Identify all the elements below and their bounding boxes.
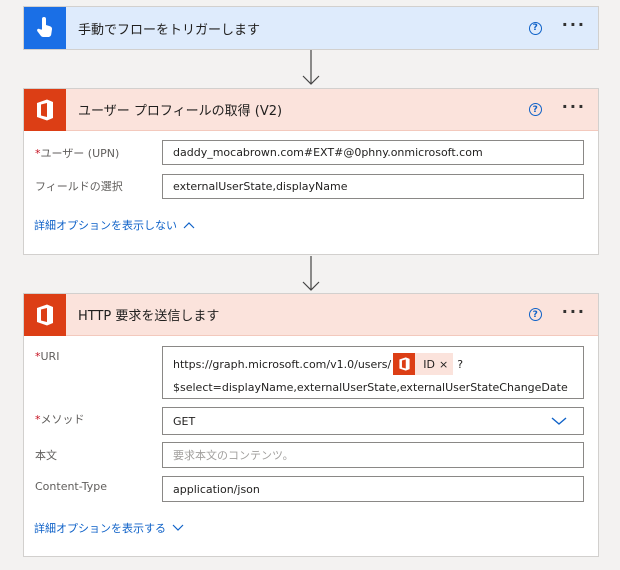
office-icon (393, 353, 416, 375)
more-options-icon[interactable]: ··· (562, 98, 586, 118)
chevron-down-icon (551, 417, 567, 425)
method-dropdown[interactable]: GET (162, 407, 584, 435)
hand-tap-icon (24, 7, 66, 49)
help-icon[interactable]: ? (528, 308, 542, 321)
http-request-card: HTTP 要求を送信します ? ··· *URI https://graph.m… (23, 293, 599, 557)
select-fields-field[interactable]: externalUserState,displayName (162, 174, 584, 199)
content-type-label: Content-Type (35, 480, 107, 493)
body-field[interactable]: 要求本文のコンテンツ。 (162, 442, 584, 468)
user-profile-card-header[interactable]: ユーザー プロフィールの取得 (V2) ? ··· (24, 88, 598, 131)
connector-arrow-icon (302, 50, 320, 85)
office-icon (24, 293, 66, 336)
upn-field[interactable]: daddy_mocabrown.com#EXT#@0phny.onmicroso… (162, 140, 584, 165)
uri-query: $select=displayName,externalUserState,ex… (173, 381, 568, 394)
upn-label: *ユーザー (UPN) (35, 147, 120, 160)
uri-suffix: ? (457, 357, 464, 371)
id-token[interactable]: ID × (393, 353, 454, 375)
card-title: 手動でフローをトリガーします (78, 22, 261, 38)
card-title: HTTP 要求を送信します (78, 309, 220, 324)
uri-prefix: https://graph.microsoft.com/v1.0/users/ (173, 357, 392, 371)
method-label: *メソッド (35, 413, 85, 426)
office-icon (24, 88, 66, 131)
trigger-card-header[interactable]: 手動でフローをトリガーします ? ··· (24, 7, 598, 49)
help-icon[interactable]: ? (528, 103, 542, 116)
card-title: ユーザー プロフィールの取得 (V2) (78, 104, 283, 119)
help-icon[interactable]: ? (528, 21, 542, 35)
more-options-icon[interactable]: ··· (562, 17, 586, 36)
content-type-field[interactable]: application/json (162, 476, 584, 502)
body-label: 本文 (35, 449, 57, 462)
hide-advanced-options-link[interactable]: 詳細オプションを表示しない (34, 217, 195, 233)
uri-label: *URI (35, 350, 60, 363)
more-options-icon[interactable]: ··· (562, 303, 586, 323)
chevron-up-icon (183, 222, 195, 229)
trigger-card[interactable]: 手動でフローをトリガーします ? ··· (23, 6, 599, 50)
uri-field[interactable]: https://graph.microsoft.com/v1.0/users/ … (162, 346, 584, 399)
user-profile-card: ユーザー プロフィールの取得 (V2) ? ··· *ユーザー (UPN) da… (23, 88, 599, 255)
select-fields-label: フィールドの選択 (35, 180, 123, 193)
remove-token-icon[interactable]: × (439, 358, 453, 371)
show-advanced-options-link[interactable]: 詳細オプションを表示する (34, 520, 184, 536)
http-request-card-header[interactable]: HTTP 要求を送信します ? ··· (24, 293, 598, 336)
token-label: ID (423, 357, 435, 371)
chevron-down-icon (172, 524, 184, 531)
connector-arrow-icon (302, 256, 320, 291)
